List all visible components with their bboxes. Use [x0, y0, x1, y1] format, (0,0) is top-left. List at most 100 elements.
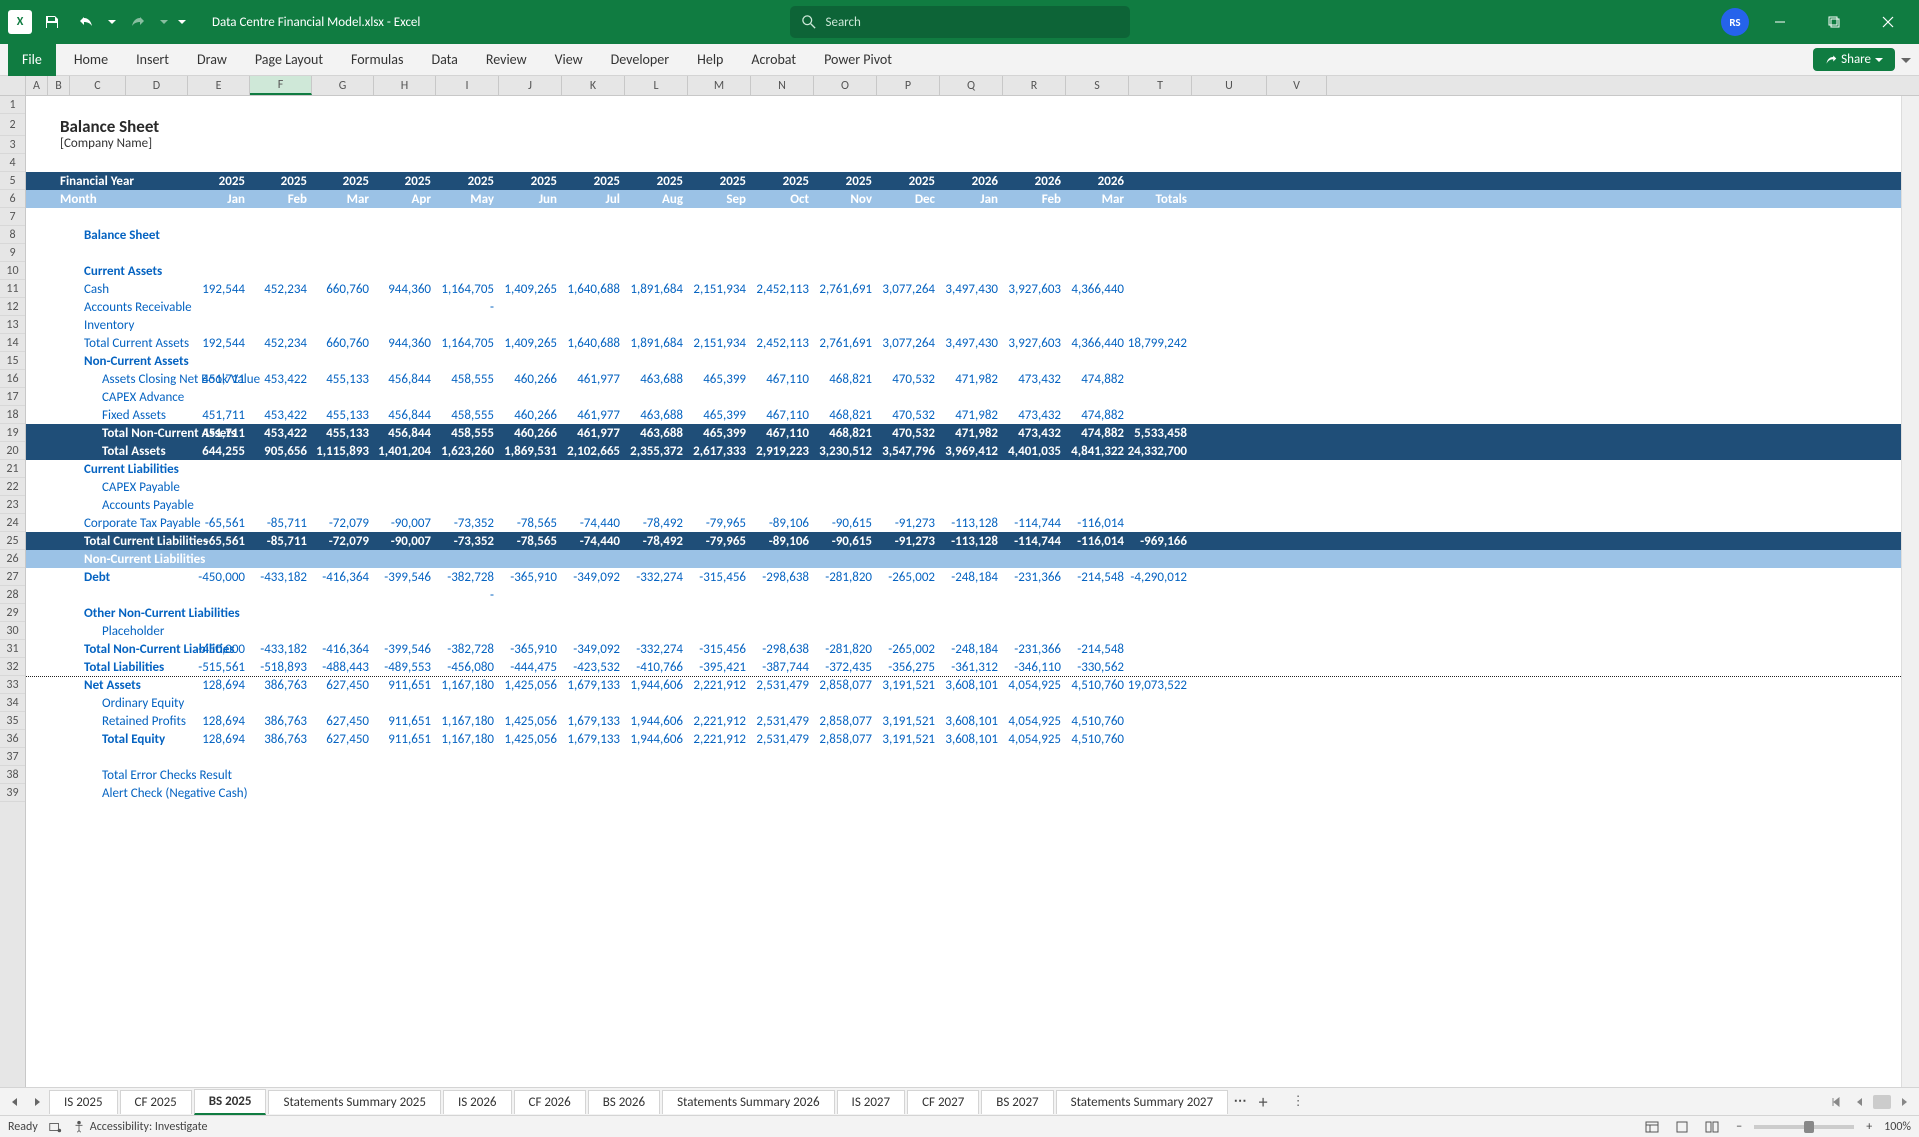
- ribbon-tab-help[interactable]: Help: [683, 44, 737, 76]
- share-button[interactable]: Share: [1813, 48, 1895, 71]
- row-head-30[interactable]: 30: [0, 622, 25, 640]
- row-head-17[interactable]: 17: [0, 388, 25, 406]
- normal-view-button[interactable]: [1640, 1118, 1664, 1136]
- zoom-level[interactable]: 100%: [1884, 1120, 1911, 1134]
- row-head-31[interactable]: 31: [0, 640, 25, 658]
- ribbon-tab-home[interactable]: Home: [60, 44, 122, 76]
- search-box[interactable]: Search: [790, 6, 1130, 38]
- row-head-35[interactable]: 35: [0, 712, 25, 730]
- row-head-6[interactable]: 6: [0, 190, 25, 208]
- sheet-tab-is-2027[interactable]: IS 2027: [837, 1090, 906, 1114]
- row-head-4[interactable]: 4: [0, 154, 25, 172]
- row-head-15[interactable]: 15: [0, 352, 25, 370]
- col-head-F[interactable]: F: [250, 76, 312, 95]
- col-head-L[interactable]: L: [625, 76, 688, 95]
- sheet-tab-bs-2025[interactable]: BS 2025: [194, 1089, 267, 1115]
- undo-dropdown[interactable]: [106, 8, 118, 36]
- ribbon-tab-developer[interactable]: Developer: [597, 44, 683, 76]
- qat-customize[interactable]: [176, 8, 188, 36]
- col-head-K[interactable]: K: [562, 76, 625, 95]
- page-break-view-button[interactable]: [1700, 1118, 1724, 1136]
- col-head-B[interactable]: B: [48, 76, 70, 95]
- col-head-G[interactable]: G: [312, 76, 374, 95]
- col-head-U[interactable]: U: [1192, 76, 1267, 95]
- col-head-O[interactable]: O: [814, 76, 877, 95]
- row-head-21[interactable]: 21: [0, 460, 25, 478]
- maximize-button[interactable]: [1811, 0, 1857, 44]
- page-layout-view-button[interactable]: [1670, 1118, 1694, 1136]
- sheet-tab-is-2025[interactable]: IS 2025: [49, 1090, 118, 1114]
- col-head-P[interactable]: P: [877, 76, 940, 95]
- horizontal-scrollbar[interactable]: [1873, 1095, 1891, 1109]
- col-head-N[interactable]: N: [751, 76, 814, 95]
- row-head-1[interactable]: 1: [0, 96, 25, 114]
- row-head-29[interactable]: 29: [0, 604, 25, 622]
- ribbon-tab-data[interactable]: Data: [417, 44, 471, 76]
- minimize-button[interactable]: [1757, 0, 1803, 44]
- col-head-E[interactable]: E: [188, 76, 250, 95]
- user-avatar[interactable]: RS: [1721, 8, 1749, 36]
- sheet-tab-statements-summary-2025[interactable]: Statements Summary 2025: [268, 1090, 440, 1114]
- row-head-5[interactable]: 5: [0, 172, 25, 190]
- row-head-9[interactable]: 9: [0, 244, 25, 262]
- col-head-V[interactable]: V: [1267, 76, 1327, 95]
- sheet-nav-prev[interactable]: [4, 1091, 26, 1113]
- sheet-tab-statements-summary-2027[interactable]: Statements Summary 2027: [1056, 1090, 1228, 1114]
- row-head-16[interactable]: 16: [0, 370, 25, 388]
- row-head-33[interactable]: 33: [0, 676, 25, 694]
- zoom-slider[interactable]: [1754, 1125, 1854, 1129]
- sheet-tab-cf-2027[interactable]: CF 2027: [907, 1090, 979, 1114]
- sheet-tab-cf-2025[interactable]: CF 2025: [120, 1090, 192, 1114]
- hscroll-left[interactable]: [1849, 1091, 1871, 1113]
- row-head-7[interactable]: 7: [0, 208, 25, 226]
- sheet-nav-next[interactable]: [26, 1091, 48, 1113]
- row-head-13[interactable]: 13: [0, 316, 25, 334]
- col-head-M[interactable]: M: [688, 76, 751, 95]
- row-head-34[interactable]: 34: [0, 694, 25, 712]
- row-head-11[interactable]: 11: [0, 280, 25, 298]
- save-button[interactable]: [38, 8, 66, 36]
- ribbon-tab-file[interactable]: File: [8, 44, 56, 76]
- ribbon-tab-acrobat[interactable]: Acrobat: [737, 44, 810, 76]
- ribbon-tab-review[interactable]: Review: [472, 44, 541, 76]
- ribbon-tab-insert[interactable]: Insert: [122, 44, 183, 76]
- hscroll-left-end[interactable]: [1825, 1091, 1847, 1113]
- vertical-scrollbar[interactable]: [1901, 96, 1919, 1087]
- grid-body[interactable]: Balance Sheet[Company Name]Financial Yea…: [26, 96, 1901, 1087]
- row-head-24[interactable]: 24: [0, 514, 25, 532]
- row-head-39[interactable]: 39: [0, 784, 25, 802]
- col-head-H[interactable]: H: [374, 76, 436, 95]
- row-head-22[interactable]: 22: [0, 478, 25, 496]
- ribbon-tab-power-pivot[interactable]: Power Pivot: [810, 44, 906, 76]
- row-head-25[interactable]: 25: [0, 532, 25, 550]
- zoom-out-button[interactable]: −: [1736, 1120, 1742, 1134]
- row-head-23[interactable]: 23: [0, 496, 25, 514]
- col-head-J[interactable]: J: [499, 76, 562, 95]
- sheets-menu[interactable]: ⋮: [1287, 1091, 1309, 1113]
- row-headers[interactable]: 1234567891011121314151617181920212223242…: [0, 96, 26, 1087]
- row-head-36[interactable]: 36: [0, 730, 25, 748]
- sheet-tab-is-2026[interactable]: IS 2026: [443, 1090, 512, 1114]
- col-head-I[interactable]: I: [436, 76, 499, 95]
- accessibility-status[interactable]: Accessibility: Investigate: [90, 1120, 208, 1134]
- row-head-27[interactable]: 27: [0, 568, 25, 586]
- select-all-corner[interactable]: [0, 76, 26, 95]
- row-head-14[interactable]: 14: [0, 334, 25, 352]
- col-head-T[interactable]: T: [1129, 76, 1192, 95]
- hscroll-right[interactable]: [1893, 1091, 1915, 1113]
- row-head-20[interactable]: 20: [0, 442, 25, 460]
- row-head-19[interactable]: 19: [0, 424, 25, 442]
- ribbon-tab-view[interactable]: View: [541, 44, 597, 76]
- col-head-A[interactable]: A: [26, 76, 48, 95]
- ribbon-tab-draw[interactable]: Draw: [183, 44, 241, 76]
- sheet-tab-bs-2026[interactable]: BS 2026: [588, 1090, 660, 1114]
- redo-dropdown[interactable]: [158, 8, 170, 36]
- sheets-more[interactable]: ⋯: [1229, 1091, 1251, 1113]
- row-head-3[interactable]: 3: [0, 136, 25, 154]
- sheet-tab-cf-2026[interactable]: CF 2026: [514, 1090, 586, 1114]
- col-head-R[interactable]: R: [1003, 76, 1066, 95]
- ribbon-tab-formulas[interactable]: Formulas: [337, 44, 417, 76]
- row-head-28[interactable]: 28: [0, 586, 25, 604]
- row-head-10[interactable]: 10: [0, 262, 25, 280]
- row-head-26[interactable]: 26: [0, 550, 25, 568]
